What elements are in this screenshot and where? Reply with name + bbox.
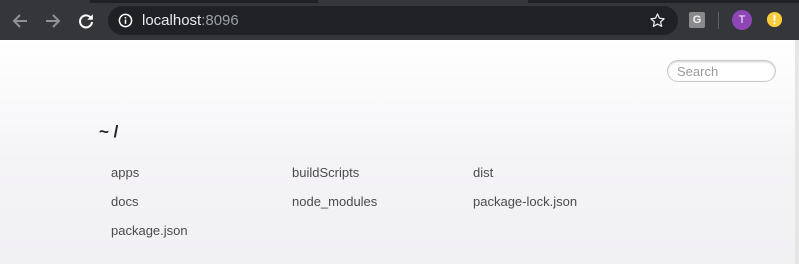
- file-item: node_modules: [292, 193, 473, 222]
- file-item: package.json: [111, 222, 292, 251]
- url-text[interactable]: localhost:8096: [142, 12, 239, 29]
- star-icon[interactable]: [649, 12, 666, 29]
- arrow-left-icon: [12, 14, 27, 28]
- file-item: package-lock.json: [473, 193, 654, 222]
- back-button[interactable]: [8, 9, 32, 33]
- directory-listing-page: ~ / apps buildScripts dist docs node_mod…: [0, 40, 795, 264]
- url-port: :8096: [201, 12, 239, 29]
- alert-icon[interactable]: [766, 11, 783, 28]
- arrow-right-icon: [46, 14, 61, 28]
- profile-avatar[interactable]: T: [732, 10, 752, 30]
- reload-icon: [79, 14, 93, 29]
- file-link-apps[interactable]: apps: [111, 165, 139, 180]
- file-item: dist: [473, 164, 654, 193]
- search-input[interactable]: [667, 60, 776, 82]
- file-item: docs: [111, 193, 292, 222]
- tab-strip-edge: [0, 0, 799, 3]
- info-icon[interactable]: [118, 13, 133, 28]
- breadcrumb: ~ /: [99, 122, 119, 141]
- file-item: buildScripts: [292, 164, 473, 193]
- file-link-package-json[interactable]: package.json: [111, 223, 188, 238]
- file-link-dist[interactable]: dist: [473, 165, 493, 180]
- reload-button[interactable]: [74, 9, 98, 33]
- forward-button[interactable]: [41, 9, 65, 33]
- url-host: localhost: [142, 12, 202, 29]
- file-item: apps: [111, 164, 292, 193]
- file-link-node-modules[interactable]: node_modules: [292, 194, 377, 209]
- extension-button[interactable]: G: [689, 12, 705, 28]
- scrollbar[interactable]: [795, 40, 799, 264]
- toolbar-divider: [718, 12, 719, 29]
- address-bar[interactable]: localhost:8096: [108, 6, 678, 35]
- file-link-docs[interactable]: docs: [111, 194, 138, 209]
- file-link-buildscripts[interactable]: buildScripts: [292, 165, 359, 180]
- file-link-package-lock[interactable]: package-lock.json: [473, 194, 577, 209]
- browser-toolbar: localhost:8096 G T: [0, 0, 799, 40]
- file-list: apps buildScripts dist docs node_modules…: [111, 164, 711, 251]
